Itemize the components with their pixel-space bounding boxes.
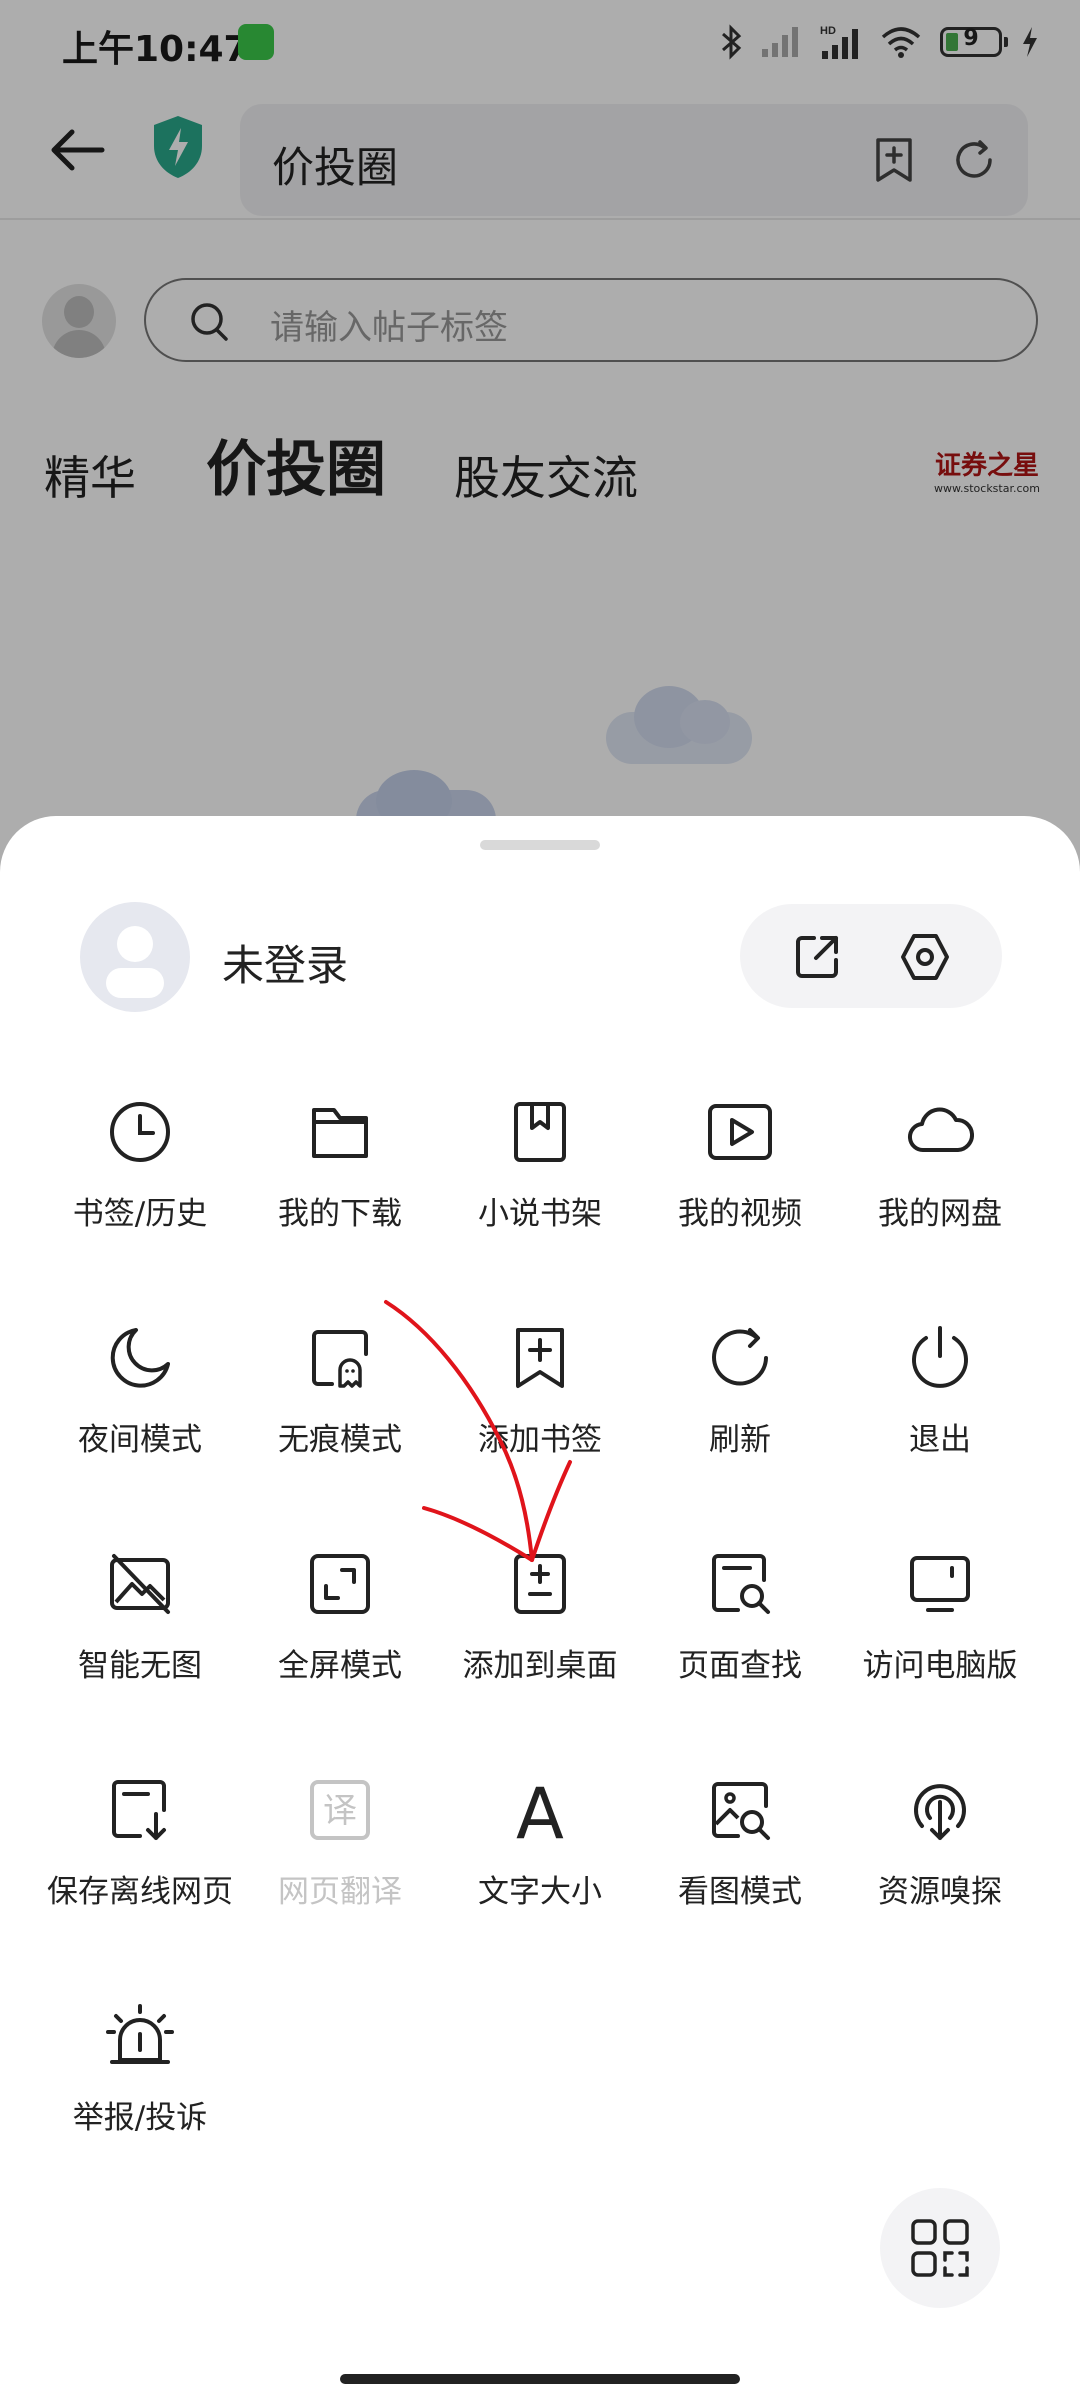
folder-icon [306, 1098, 374, 1166]
translate-glyph: 译 [323, 1791, 357, 1831]
menu-refresh[interactable]: 刷新 [640, 1306, 840, 1506]
menu-resource-sniffer[interactable]: 资源嗅探 [840, 1758, 1040, 1958]
cloud-icon [906, 1098, 975, 1166]
menu-downloads[interactable]: 我的下载 [240, 1080, 440, 1280]
menu-add-bookmark[interactable]: 添加书签 [440, 1306, 640, 1506]
clock-icon [106, 1098, 174, 1166]
menu-bookmarks-history[interactable]: 书签/历史 [40, 1080, 240, 1280]
menu-cloud-drive[interactable]: 我的网盘 [840, 1080, 1040, 1280]
book-bookmark-icon [506, 1098, 574, 1166]
menu-save-offline[interactable]: 保存离线网页 [40, 1758, 240, 1958]
fullscreen-icon [306, 1550, 374, 1618]
save-offline-icon [106, 1776, 174, 1844]
menu-novel-shelf[interactable]: 小说书架 [440, 1080, 640, 1280]
user-actions [740, 904, 1002, 1008]
edit-menu-button[interactable] [880, 2188, 1000, 2308]
add-to-desktop-icon [506, 1550, 574, 1618]
menu-find-in-page[interactable]: 页面查找 [640, 1532, 840, 1732]
menu-report[interactable]: 举报/投诉 [40, 1984, 240, 2184]
menu-label: 退出 [909, 1422, 971, 1458]
menu-my-videos[interactable]: 我的视频 [640, 1080, 840, 1280]
monitor-icon [906, 1550, 974, 1618]
moon-icon [106, 1324, 174, 1392]
resource-sniff-icon [906, 1776, 974, 1844]
apps-grid-icon [911, 2219, 969, 2277]
refresh-icon [706, 1324, 774, 1392]
settings-icon[interactable] [898, 930, 952, 984]
menu-label: 我的网盘 [878, 1196, 1002, 1232]
user-name[interactable]: 未登录 [222, 932, 348, 993]
no-image-icon [106, 1550, 174, 1618]
menu-label: 访问电脑版 [862, 1648, 1018, 1684]
power-icon [906, 1324, 974, 1392]
add-bookmark-icon [506, 1324, 574, 1392]
home-indicator[interactable] [340, 2374, 740, 2384]
menu-fullscreen[interactable]: 全屏模式 [240, 1532, 440, 1732]
image-view-icon [706, 1776, 774, 1844]
alarm-icon [106, 2002, 174, 2070]
menu-translate[interactable]: 译 网页翻译 [240, 1758, 440, 1958]
share-icon[interactable] [790, 930, 844, 984]
menu-image-view[interactable]: 看图模式 [640, 1758, 840, 1958]
menu-incognito[interactable]: 无痕模式 [240, 1306, 440, 1506]
menu-desktop-site[interactable]: 访问电脑版 [840, 1532, 1040, 1732]
user-avatar[interactable] [80, 902, 190, 1012]
font-size-glyph: A [516, 1776, 564, 1844]
page-search-icon [706, 1550, 774, 1618]
translate-icon: 译 [306, 1776, 374, 1844]
ghost-file-icon [306, 1324, 374, 1392]
menu-add-to-desktop[interactable]: 添加到桌面 [440, 1532, 640, 1732]
menu-label: 举报/投诉 [72, 2100, 208, 2136]
menu-smart-no-image[interactable]: 智能无图 [40, 1532, 240, 1732]
menu-label: 资源嗅探 [878, 1874, 1002, 1910]
font-size-icon: A [506, 1773, 574, 1855]
menu-font-size[interactable]: A 文字大小 [440, 1758, 640, 1958]
menu-night-mode[interactable]: 夜间模式 [40, 1306, 240, 1506]
sheet-drag-handle[interactable] [480, 840, 600, 850]
menu-exit[interactable]: 退出 [840, 1306, 1040, 1506]
video-play-icon [706, 1098, 774, 1166]
browser-menu-sheet: 未登录 书签/历史 我的下载 小说书架 我的视频 我的网盘 夜间模式 无痕模式 … [0, 816, 1080, 2400]
